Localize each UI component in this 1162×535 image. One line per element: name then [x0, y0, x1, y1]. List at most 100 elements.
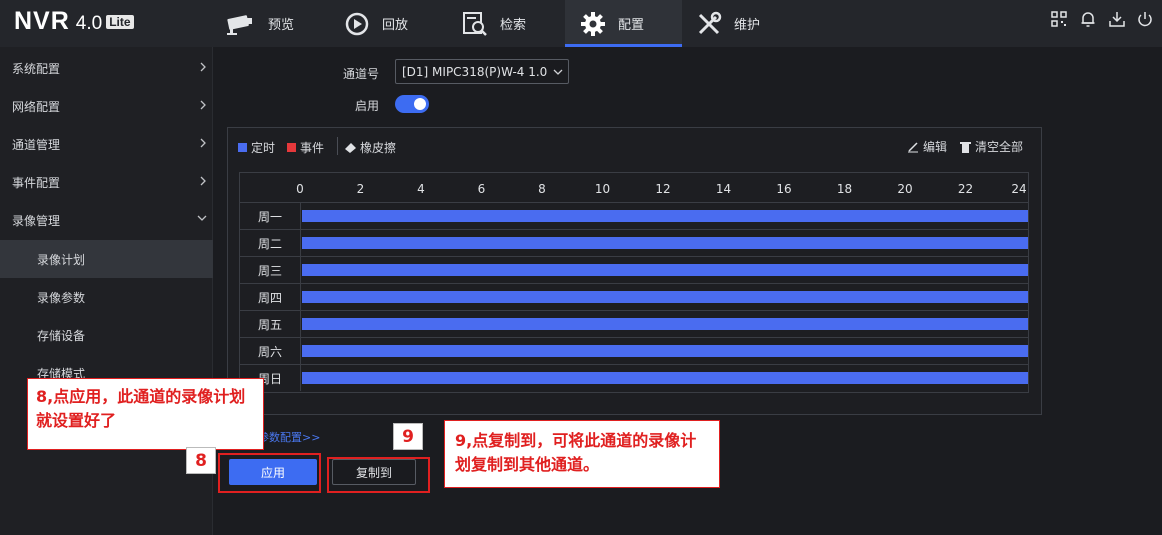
enable-toggle[interactable]: [395, 95, 429, 113]
schedule-grid[interactable]: 0 2 4 6 8 10 12 14 16 18 20 22 24 周一 周二 …: [239, 172, 1029, 393]
top-bar: NVR 4.0 Lite 预览 回放 检索 配置 维护: [0, 0, 1162, 47]
advanced-params-link[interactable]: 参数配置>>: [258, 429, 320, 445]
schedule-bar[interactable]: [302, 372, 1028, 384]
annotation-step8-number: 8: [186, 447, 216, 474]
sidebar-item-record-params[interactable]: 录像参数: [0, 278, 213, 316]
sidebar-item-record-mgmt[interactable]: 录像管理: [0, 201, 213, 239]
hour-label: 4: [417, 182, 425, 196]
schedule-bar[interactable]: [302, 210, 1028, 222]
day-row-wed[interactable]: 周三: [240, 256, 1028, 283]
channel-label: 通道号: [343, 67, 380, 81]
day-row-sat[interactable]: 周六: [240, 337, 1028, 364]
chevron-right-icon: [200, 100, 206, 110]
sidebar-item-label: 网络配置: [12, 99, 61, 114]
sidebar-item-network[interactable]: 网络配置: [0, 87, 213, 125]
power-icon[interactable]: [1136, 10, 1154, 28]
legend-event[interactable]: 事件: [287, 139, 324, 156]
logo-edition: Lite: [106, 15, 134, 29]
hour-label: 20: [897, 182, 913, 196]
day-label: 周三: [240, 257, 301, 283]
enable-label: 启用: [355, 99, 380, 113]
hour-label: 14: [715, 182, 732, 196]
eraser-button[interactable]: 橡皮擦: [344, 139, 396, 156]
gear-icon: [581, 11, 605, 36]
hour-label: 12: [655, 182, 671, 196]
legend-label: 定时: [251, 141, 276, 155]
nav-maintenance[interactable]: 维护: [696, 0, 786, 47]
legend-timed[interactable]: 定时: [238, 139, 275, 156]
chevron-down-icon: [553, 69, 563, 75]
sidebar-item-label: 录像管理: [12, 213, 61, 228]
edit-label: 编辑: [923, 140, 948, 154]
sidebar: 系统配置 网络配置 通道管理 事件配置 录像管理 录像计划 录像参数 存储设备: [0, 47, 213, 535]
app-window: NVR 4.0 Lite 预览 回放 检索 配置 维护 系统配置 网络配置 通道…: [0, 0, 1162, 535]
day-label: 周一: [240, 203, 301, 229]
nav-preview[interactable]: 预览: [224, 0, 334, 47]
toggle-knob: [414, 98, 426, 110]
logo: NVR 4.0 Lite: [14, 7, 134, 37]
hour-label: 0: [296, 182, 304, 196]
channel-select-value: [D1] MIPC318(P)W-4 1.0: [402, 65, 548, 79]
nav-config[interactable]: 配置: [565, 0, 682, 47]
day-row-fri[interactable]: 周五: [240, 310, 1028, 337]
hour-label: 10: [594, 182, 611, 196]
qr-code-icon[interactable]: [1050, 10, 1068, 28]
schedule-bar[interactable]: [302, 264, 1028, 276]
nav-label: 回放: [382, 18, 409, 33]
schedule-panel: 定时 事件 橡皮擦 编辑 清空全部 0 2 4 6 8 10 12 14 16 …: [227, 127, 1042, 415]
trash-icon: [960, 141, 971, 153]
chevron-down-icon: [197, 215, 207, 221]
sidebar-item-label: 系统配置: [12, 61, 61, 76]
hour-label: 22: [957, 182, 974, 196]
schedule-bar[interactable]: [302, 237, 1028, 249]
sidebar-item-label: 录像计划: [37, 252, 86, 267]
sidebar-item-storage-device[interactable]: 存储设备: [0, 316, 213, 354]
annotation-step9-number: 9: [393, 423, 423, 450]
logo-version: 4.0: [75, 13, 103, 34]
clear-all-label: 清空全部: [975, 140, 1024, 154]
sidebar-item-label: 录像参数: [37, 290, 86, 305]
sidebar-item-label: 存储设备: [37, 328, 86, 343]
edit-button[interactable]: 编辑: [907, 138, 947, 155]
nav-label: 检索: [500, 18, 527, 33]
highlight-copy: [327, 457, 430, 493]
search-icon: [463, 11, 487, 36]
clear-all-button[interactable]: 清空全部: [960, 138, 1023, 155]
sidebar-item-channel[interactable]: 通道管理: [0, 125, 213, 163]
eraser-label: 橡皮擦: [360, 141, 397, 155]
schedule-bar[interactable]: [302, 291, 1028, 303]
chevron-right-icon: [200, 138, 206, 148]
day-label: 周六: [240, 338, 301, 364]
legend-swatch: [238, 143, 247, 152]
nav-playback[interactable]: 回放: [344, 0, 444, 47]
channel-select[interactable]: [D1] MIPC318(P)W-4 1.0: [395, 59, 569, 84]
bell-icon[interactable]: [1079, 10, 1097, 28]
schedule-bar[interactable]: [302, 318, 1028, 330]
hour-label: 18: [836, 182, 853, 196]
sidebar-item-record-schedule[interactable]: 录像计划: [0, 240, 213, 278]
day-row-mon[interactable]: 周一: [240, 202, 1028, 229]
camera-icon: [227, 14, 252, 35]
download-icon[interactable]: [1108, 10, 1126, 28]
day-row-tue[interactable]: 周二: [240, 229, 1028, 256]
day-label: 周五: [240, 311, 301, 337]
day-row-thu[interactable]: 周四: [240, 283, 1028, 310]
sidebar-item-event[interactable]: 事件配置: [0, 163, 213, 201]
nav-search[interactable]: 检索: [462, 0, 562, 47]
hour-label: 24: [1011, 182, 1027, 196]
highlight-apply: [218, 453, 321, 493]
hour-label: 16: [776, 182, 792, 196]
day-label: 周四: [240, 284, 301, 310]
sidebar-item-label: 事件配置: [12, 175, 61, 190]
pencil-icon: [908, 141, 918, 152]
schedule-bar[interactable]: [302, 345, 1028, 357]
nav-label: 配置: [618, 18, 645, 33]
eraser-icon: [345, 143, 356, 153]
schedule-toolbar: 定时 事件 橡皮擦 编辑 清空全部: [228, 128, 1041, 164]
day-row-sun[interactable]: 周日: [240, 364, 1028, 391]
toolbar-divider: [337, 137, 338, 155]
sidebar-item-system[interactable]: 系统配置: [0, 49, 213, 87]
nav-label: 预览: [268, 18, 295, 33]
nav-label: 维护: [734, 18, 761, 33]
hour-label: 2: [356, 182, 365, 196]
